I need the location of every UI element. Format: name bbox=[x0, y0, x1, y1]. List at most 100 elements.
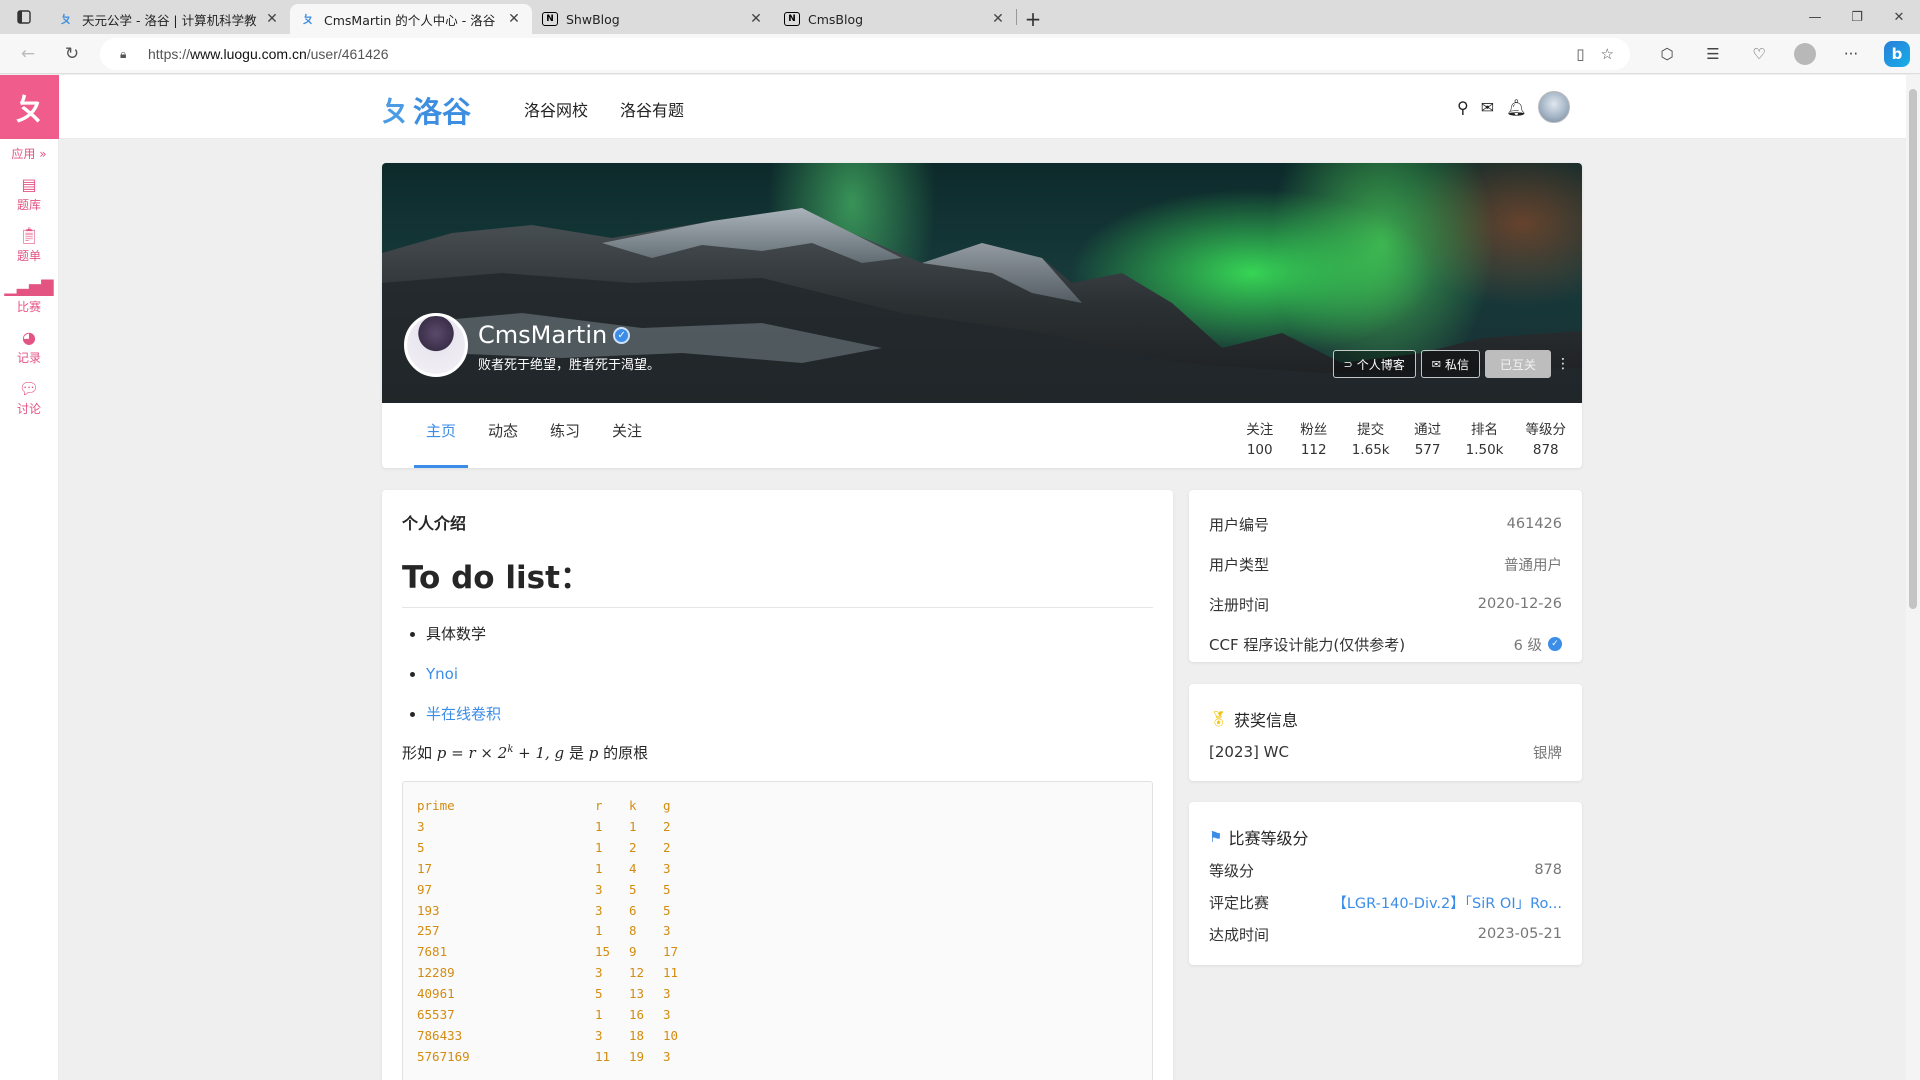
tab-home[interactable]: 主页 bbox=[414, 416, 469, 468]
private-message-button[interactable]: ✉ 私信 bbox=[1420, 350, 1480, 378]
rating-title: ⚑ 比赛等级分 bbox=[1209, 820, 1562, 854]
close-tab-icon[interactable]: ✕ bbox=[748, 11, 764, 27]
stat-value: 577 bbox=[1414, 442, 1441, 458]
luogu-logo[interactable]: ㄆ 洛谷 bbox=[381, 89, 471, 131]
scrollbar-thumb[interactable] bbox=[1909, 89, 1917, 609]
stat-submissions: 提交 1.65k bbox=[1352, 420, 1390, 460]
awards-title: 🏅︎ 获奖信息 bbox=[1209, 702, 1562, 736]
sidebar-item-problems[interactable]: ▤ 题库 bbox=[0, 176, 58, 213]
luogu-logo-icon: ㄆ bbox=[381, 95, 410, 128]
browser-tab-active[interactable]: ㄆ CmsMartin 的个人中心 - 洛谷 ✕ bbox=[290, 4, 532, 34]
code-block: prime r k g 3 1 1 2 5 1 2 2 17 1 4 3 97 3 5 5 193 3 6 5 257 1… bbox=[402, 781, 1153, 1080]
profile-button[interactable] bbox=[1782, 38, 1828, 70]
close-tab-icon[interactable]: ✕ bbox=[506, 11, 522, 27]
close-window-icon[interactable]: ✕ bbox=[1878, 0, 1920, 34]
code-cell: 3 bbox=[595, 1027, 603, 1043]
nav-link-problems[interactable]: 洛谷有题 bbox=[620, 97, 684, 121]
formula-prefix: 形如 bbox=[402, 744, 437, 762]
tab-practice[interactable]: 练习 bbox=[538, 416, 592, 468]
clipboard-icon: 📋︎ bbox=[18, 226, 40, 245]
new-tab-button[interactable]: + bbox=[1017, 4, 1049, 34]
user-avatar[interactable] bbox=[1538, 91, 1571, 123]
profile-actions: ⊃ 个人博客 ✉ 私信 已互关 ⋮ bbox=[1332, 350, 1570, 378]
code-row: 12289 3 12 11 bbox=[417, 963, 1138, 984]
page-scrollbar[interactable] bbox=[1906, 75, 1920, 1080]
tab-title: CmsBlog bbox=[808, 11, 864, 27]
luogu-side-logo[interactable]: ㄆ bbox=[0, 75, 59, 139]
stat-followers[interactable]: 粉丝 112 bbox=[1298, 420, 1330, 460]
profile-avatar[interactable] bbox=[404, 313, 468, 377]
code-row: 257 1 8 3 bbox=[417, 921, 1138, 942]
more-menu-icon[interactable]: ··· bbox=[1828, 38, 1874, 70]
header-icons: ⚲ ✉ 🔔︎ bbox=[1457, 91, 1571, 123]
bing-button[interactable]: b bbox=[1874, 38, 1920, 70]
browser-toolbar: ⬡ ☰ ♡ ··· b bbox=[1644, 38, 1920, 70]
tab-actions-icon bbox=[17, 10, 31, 24]
more-vertical-icon[interactable]: ⋮ bbox=[1556, 356, 1570, 372]
awards-card: 🏅︎ 获奖信息 [2023] WC 银牌 bbox=[1189, 684, 1582, 781]
tab-actions-button[interactable] bbox=[0, 0, 48, 34]
code-row: 7681 15 9 17 bbox=[417, 942, 1138, 963]
profile-tabs: 主页 动态 练习 关注 bbox=[414, 416, 662, 468]
code-row: 65537 1 16 3 bbox=[417, 1005, 1138, 1026]
browser-tab[interactable]: N CmsBlog ✕ bbox=[774, 4, 1016, 34]
browser-tab[interactable]: N ShwBlog ✕ bbox=[532, 4, 774, 34]
profile-stats: 关注 100 粉丝 112 提交 1.65k 通过 577 排名 1.50k 等级分 878 bbox=[1244, 420, 1566, 460]
profile-name: CmsMartin ✓ bbox=[478, 321, 631, 349]
code-cell: 5 bbox=[663, 881, 671, 897]
user-info-card: 用户编号 461426 用户类型 普通用户 注册时间 2020-12-26 CCF 程… bbox=[1189, 490, 1582, 662]
close-tab-icon[interactable]: ✕ bbox=[990, 11, 1006, 27]
profile-avatar-icon bbox=[1794, 43, 1816, 65]
search-icon[interactable]: ⚲ bbox=[1457, 98, 1469, 117]
formula-tail: + 1, g bbox=[513, 744, 565, 762]
code-cell: 5 bbox=[417, 839, 425, 855]
browser-tab[interactable]: ㄆ 天元公学 - 洛谷 | 计算机科学教 ✕ bbox=[48, 4, 290, 34]
personal-blog-button[interactable]: ⊃ 个人博客 bbox=[1332, 350, 1416, 378]
sidebar-item-discuss[interactable]: 💬︎ 讨论 bbox=[0, 380, 58, 417]
favorite-star-icon[interactable]: ☆ bbox=[1601, 45, 1614, 63]
formula-math: p = r × 2 bbox=[436, 744, 508, 762]
code-cell: 786433 bbox=[417, 1027, 463, 1043]
code-cell: 97 bbox=[417, 881, 433, 897]
code-row: 786433 3 18 10 bbox=[417, 1026, 1138, 1047]
browser-essentials-icon[interactable]: ♡ bbox=[1736, 38, 1782, 70]
stat-rating: 等级分 878 bbox=[1526, 420, 1567, 460]
minimize-icon[interactable]: — bbox=[1794, 0, 1836, 34]
tab-following[interactable]: 关注 bbox=[600, 416, 654, 468]
close-tab-icon[interactable]: ✕ bbox=[264, 11, 280, 27]
tab-title: CmsMartin 的个人中心 - 洛谷 bbox=[324, 12, 496, 28]
reader-mode-icon[interactable]: ▯ bbox=[1576, 45, 1584, 63]
reload-button[interactable]: ↻ bbox=[54, 38, 90, 70]
award-row: [2023] WC 银牌 bbox=[1209, 736, 1562, 768]
code-cell: 19 bbox=[629, 1048, 645, 1064]
semi-online-convolution-link[interactable]: 半在线卷积 bbox=[426, 705, 501, 723]
apps-toggle[interactable]: 应用 » bbox=[0, 145, 58, 162]
mail-icon[interactable]: ✉ bbox=[1481, 98, 1494, 117]
stat-label: 排名 bbox=[1471, 422, 1499, 438]
rating-row: 等级分 878 bbox=[1209, 854, 1562, 886]
bell-icon[interactable]: 🔔︎ bbox=[1506, 98, 1526, 117]
stat-ranking: 排名 1.50k bbox=[1466, 420, 1504, 460]
sidebar-item-problem-lists[interactable]: 📋︎ 题单 bbox=[0, 227, 58, 264]
rated-contest-link[interactable]: 【LGR-140-Div.2】「SiR OI」Ro... bbox=[1332, 892, 1562, 913]
favorites-icon[interactable]: ☰ bbox=[1690, 38, 1736, 70]
sidebar-item-contests[interactable]: ▁▃▅▇ 比赛 bbox=[0, 278, 58, 315]
code-cell: 193 bbox=[417, 902, 440, 918]
nav-link-school[interactable]: 洛谷网校 bbox=[524, 97, 588, 121]
restore-icon[interactable]: ❐ bbox=[1836, 0, 1878, 34]
stat-following[interactable]: 关注 100 bbox=[1244, 420, 1276, 460]
tab-activity[interactable]: 动态 bbox=[476, 416, 530, 468]
ynoi-link[interactable]: Ynoi bbox=[426, 665, 458, 683]
sidebar-item-records[interactable]: ◕ 记录 bbox=[0, 329, 58, 366]
code-cell: 7681 bbox=[417, 944, 448, 960]
info-row-uid: 用户编号 461426 bbox=[1209, 504, 1562, 544]
url-input[interactable]: 🔒︎ https://www.luogu.com.cn/user/461426 … bbox=[100, 38, 1630, 70]
sidebar-item-label: 比赛 bbox=[16, 300, 41, 314]
back-button[interactable]: ← bbox=[10, 38, 46, 70]
rating-value: 878 bbox=[1534, 862, 1562, 878]
book-icon: ▤ bbox=[21, 175, 37, 194]
follow-status-button[interactable]: 已互关 bbox=[1484, 350, 1551, 378]
code-rows: 3 1 1 2 5 1 2 2 17 1 4 3 97 3 5 5 193 3 6 5 257 1 8 3 7681 15 9 17 1… bbox=[417, 817, 1138, 1068]
list-item: 半在线卷积 bbox=[426, 704, 1153, 724]
extensions-icon[interactable]: ⬡ bbox=[1644, 38, 1690, 70]
